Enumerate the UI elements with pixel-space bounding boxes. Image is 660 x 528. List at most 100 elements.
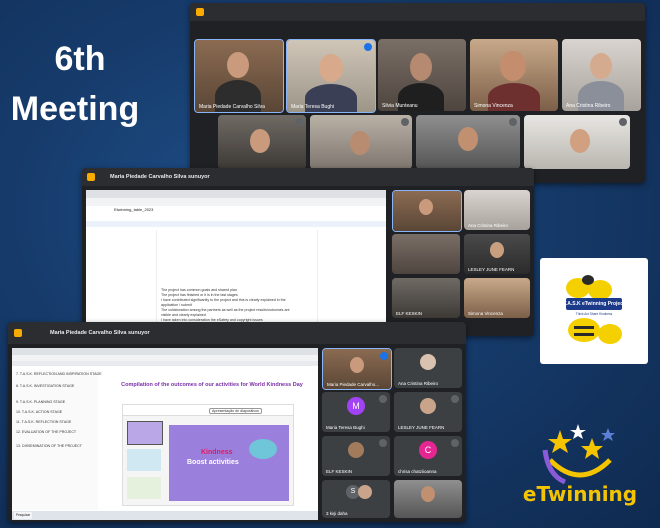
mic-off-icon bbox=[619, 118, 627, 126]
participant-tile[interactable]: Ana Cristina Ribeiro bbox=[562, 39, 641, 111]
sidebar-item[interactable]: 13. DISSEMINATION OF THE PROJECT bbox=[16, 444, 82, 448]
slide-title: Kindness bbox=[201, 449, 233, 456]
meet-app-icon bbox=[196, 8, 204, 16]
speaking-icon bbox=[380, 352, 388, 360]
speaking-icon bbox=[364, 43, 372, 51]
participant-name: Ana Cristina Ribeiro bbox=[566, 103, 611, 109]
participant-name: ELF KESKIN bbox=[326, 469, 353, 474]
slide-canvas: Kindness Boost activities bbox=[169, 425, 289, 501]
participant-tile[interactable]: Maria Piedade Carvalho... bbox=[322, 348, 392, 390]
mic-off-icon bbox=[379, 395, 387, 403]
doc-page: The project has common goals and shared … bbox=[156, 230, 318, 334]
participant-tile[interactable]: C chrisa chatziioanna bbox=[394, 436, 462, 476]
participant-tile[interactable] bbox=[394, 480, 462, 518]
etwinning-logo: eTwinning bbox=[510, 420, 650, 524]
page-heading: Compilation of the outcomes of our activ… bbox=[121, 382, 303, 388]
participant-name: Simona Vincenza bbox=[468, 311, 503, 316]
participant-tile[interactable] bbox=[218, 115, 306, 169]
participant-tile[interactable]: Ana Cristina Ribeiro bbox=[394, 348, 462, 388]
doc-line: The project has common goals and shared … bbox=[161, 288, 237, 292]
site-sidebar: 7. T.A.S.K. REFLECTION AND INSPIRATION S… bbox=[12, 370, 102, 510]
task-logo-subtitle: Think Act Share Kindness bbox=[575, 312, 613, 316]
participant-name: LESLEY JUNE FEARN bbox=[468, 267, 515, 272]
participant-name: Maria Teresa Bughi bbox=[326, 425, 365, 430]
mic-off-icon bbox=[451, 439, 459, 447]
participant-avatar bbox=[348, 442, 364, 458]
participant-name: Simona Vincenza bbox=[474, 103, 513, 109]
mic-off-icon bbox=[295, 118, 303, 126]
participant-tile[interactable] bbox=[392, 234, 460, 274]
doc-toolbar bbox=[86, 221, 386, 227]
participant-tile[interactable] bbox=[524, 115, 630, 169]
taskbar-search[interactable]: Pesquisar bbox=[14, 512, 33, 519]
participant-name: ELF KESKIN bbox=[396, 311, 423, 316]
slideshow-button[interactable]: Apresentação de diapositivos bbox=[209, 408, 262, 414]
meet-window-middle: Maria Piedade Carvalho Silva sunuyor Etw… bbox=[82, 168, 534, 336]
slide-subtitle: Boost activities bbox=[187, 459, 239, 466]
sidebar-item[interactable]: 12. EVALUATION OF THE PROJECT bbox=[16, 430, 76, 434]
etwinning-wordmark: eTwinning bbox=[522, 482, 638, 506]
title-line-2: Meeting bbox=[10, 90, 140, 128]
windows-taskbar: Pesquisar bbox=[12, 511, 318, 520]
participant-avatar: M bbox=[347, 397, 365, 415]
doc-line: I have contributed significantly to the … bbox=[161, 298, 286, 302]
more-participants-tile[interactable]: S 3 kişi daha bbox=[322, 480, 390, 518]
mic-off-icon bbox=[451, 395, 459, 403]
participant-avatar: C bbox=[419, 441, 437, 459]
participant-tile[interactable]: Simona Vincenza bbox=[470, 39, 558, 111]
doc-title[interactable]: Etwinning_table_2023 bbox=[114, 207, 153, 212]
stars-icon bbox=[542, 424, 615, 485]
bookmarks-bar bbox=[12, 361, 318, 366]
participant-tile[interactable]: Simona Vincenza bbox=[464, 278, 530, 318]
participant-tile[interactable] bbox=[416, 115, 520, 169]
participant-tile[interactable]: Maria Piedade Carvalho Silva bbox=[194, 39, 284, 113]
participant-name: Maria Teresa Bughi bbox=[291, 104, 334, 110]
participant-name: chrisa chatziioanna bbox=[398, 469, 437, 474]
participant-name: Maria Piedade Carvalho Silva bbox=[199, 104, 265, 110]
participant-avatar bbox=[420, 398, 436, 414]
sidebar-item[interactable]: 8. T.A.S.K. INVESTIGATION STAGE bbox=[16, 384, 74, 388]
presenter-label: Maria Piedade Carvalho Silva sunuyor bbox=[50, 330, 150, 336]
meet-window-top: Maria Piedade Carvalho Silva Maria Teres… bbox=[190, 3, 645, 183]
participant-name: Silvia Munteanu bbox=[382, 103, 418, 109]
shared-screen[interactable]: 7. T.A.S.K. REFLECTION AND INSPIRATION S… bbox=[12, 348, 318, 520]
task-project-logo: T.A.S.K eTwinning Project Think Act Shar… bbox=[540, 258, 648, 364]
bees-icon bbox=[566, 275, 622, 344]
participant-tile[interactable] bbox=[310, 115, 412, 169]
slide-thumbnail[interactable] bbox=[127, 421, 163, 445]
doc-line: visible and clearly explained bbox=[161, 313, 206, 317]
mic-off-icon bbox=[379, 439, 387, 447]
presenter-label: Maria Piedade Carvalho Silva sunuyor bbox=[110, 174, 210, 180]
sidebar-item[interactable]: 7. T.A.S.K. REFLECTION AND INSPIRATION S… bbox=[16, 372, 102, 376]
embedded-slides[interactable]: Apresentação de diapositivos Kindness Bo… bbox=[122, 404, 294, 506]
participant-tile[interactable]: M Maria Teresa Bughi bbox=[322, 392, 390, 432]
slides-toolbar bbox=[123, 405, 293, 416]
sidebar-item[interactable]: 11. T.A.S.K. REFLECTION STAGE bbox=[16, 420, 71, 424]
title-line-1: 6th bbox=[54, 40, 106, 78]
sidebar-item[interactable]: 9. T.A.S.K. PLANNING STAGE bbox=[16, 400, 65, 404]
participant-name: Ana Cristina Ribeiro bbox=[398, 381, 439, 386]
participant-tile[interactable] bbox=[392, 190, 462, 232]
browser-tabbar bbox=[86, 190, 386, 198]
participant-tile[interactable]: LESLEY JUNE FEARN bbox=[464, 234, 530, 274]
participant-tile[interactable]: Silvia Munteanu bbox=[378, 39, 466, 111]
participant-tile[interactable]: ELF KESKIN bbox=[392, 278, 460, 318]
meet-app-icon bbox=[14, 329, 22, 337]
sidebar-item[interactable]: 10. T.A.S.K. ACTION STAGE bbox=[16, 410, 62, 414]
participant-tile[interactable]: Ana Cristina Ribeiro bbox=[464, 190, 530, 230]
participant-tile[interactable]: LESLEY JUNE FEARN bbox=[394, 392, 462, 432]
participant-avatar bbox=[358, 485, 372, 499]
participant-tile[interactable]: Maria Teresa Bughi bbox=[286, 39, 376, 113]
participant-avatar bbox=[420, 354, 436, 370]
participant-name: 3 kişi daha bbox=[326, 511, 348, 516]
shared-document[interactable]: Etwinning_table_2023 The project has com… bbox=[86, 190, 386, 334]
slide-thumbnail[interactable] bbox=[127, 477, 161, 499]
participant-tile[interactable]: ELF KESKIN bbox=[322, 436, 390, 476]
meet-app-icon bbox=[87, 173, 95, 181]
slide-thumbnail[interactable] bbox=[127, 449, 161, 471]
browser-tabbar bbox=[12, 348, 318, 355]
mic-off-icon bbox=[509, 118, 517, 126]
address-bar[interactable] bbox=[86, 198, 386, 206]
task-logo-title: T.A.S.K eTwinning Project bbox=[563, 301, 625, 307]
doc-line: The project has finished or it is in the… bbox=[161, 293, 238, 297]
